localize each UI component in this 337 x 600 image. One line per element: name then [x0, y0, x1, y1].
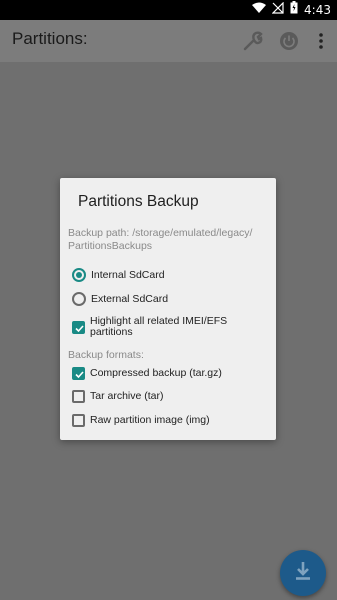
download-fab[interactable]	[280, 550, 326, 596]
checkbox-unchecked-icon[interactable]	[72, 390, 85, 403]
power-icon[interactable]	[278, 30, 300, 52]
format-img-label: Raw partition image (img)	[90, 414, 210, 426]
status-bar: 4:43	[0, 0, 337, 20]
page-title: Partitions:	[12, 29, 88, 48]
backup-formats-label: Backup formats:	[68, 349, 144, 361]
more-vert-icon[interactable]	[310, 30, 332, 52]
format-tar-gz-checkbox[interactable]: Compressed backup (tar.gz)	[72, 367, 272, 380]
format-img-checkbox[interactable]: Raw partition image (img)	[72, 414, 272, 427]
format-tar-label: Tar archive (tar)	[90, 390, 164, 402]
wifi-icon	[252, 1, 267, 19]
external-sdcard-label: External SdCard	[91, 292, 169, 305]
backup-path-label: Backup path: /storage/emulated/legacy/ P…	[68, 227, 253, 252]
radio-checked-icon[interactable]	[72, 268, 86, 282]
format-tar-gz-label: Compressed backup (tar.gz)	[90, 367, 222, 379]
dialog-title: Partitions Backup	[78, 193, 199, 210]
app-toolbar: Partitions:	[0, 20, 337, 62]
highlight-imei-checkbox[interactable]: Highlight all related IMEI/EFS partition…	[72, 316, 272, 338]
wrench-icon[interactable]	[242, 30, 264, 52]
download-icon	[292, 560, 314, 587]
status-icons: 4:43	[252, 0, 331, 20]
highlight-imei-label: Highlight all related IMEI/EFS partition…	[90, 315, 228, 338]
internal-sdcard-label: Internal SdCard	[91, 268, 165, 281]
signal-off-icon	[271, 1, 284, 19]
external-sdcard-radio[interactable]: External SdCard	[72, 292, 272, 306]
checkbox-checked-icon[interactable]	[72, 320, 85, 334]
format-tar-checkbox[interactable]: Tar archive (tar)	[72, 390, 272, 403]
battery-charging-icon	[290, 1, 298, 19]
internal-sdcard-radio[interactable]: Internal SdCard	[72, 268, 272, 282]
status-time: 4:43	[304, 3, 331, 17]
radio-unchecked-icon[interactable]	[72, 292, 86, 306]
partitions-backup-dialog: Partitions Backup Backup path: /storage/…	[60, 178, 276, 440]
checkbox-checked-icon[interactable]	[72, 367, 85, 380]
checkbox-unchecked-icon[interactable]	[72, 414, 85, 427]
